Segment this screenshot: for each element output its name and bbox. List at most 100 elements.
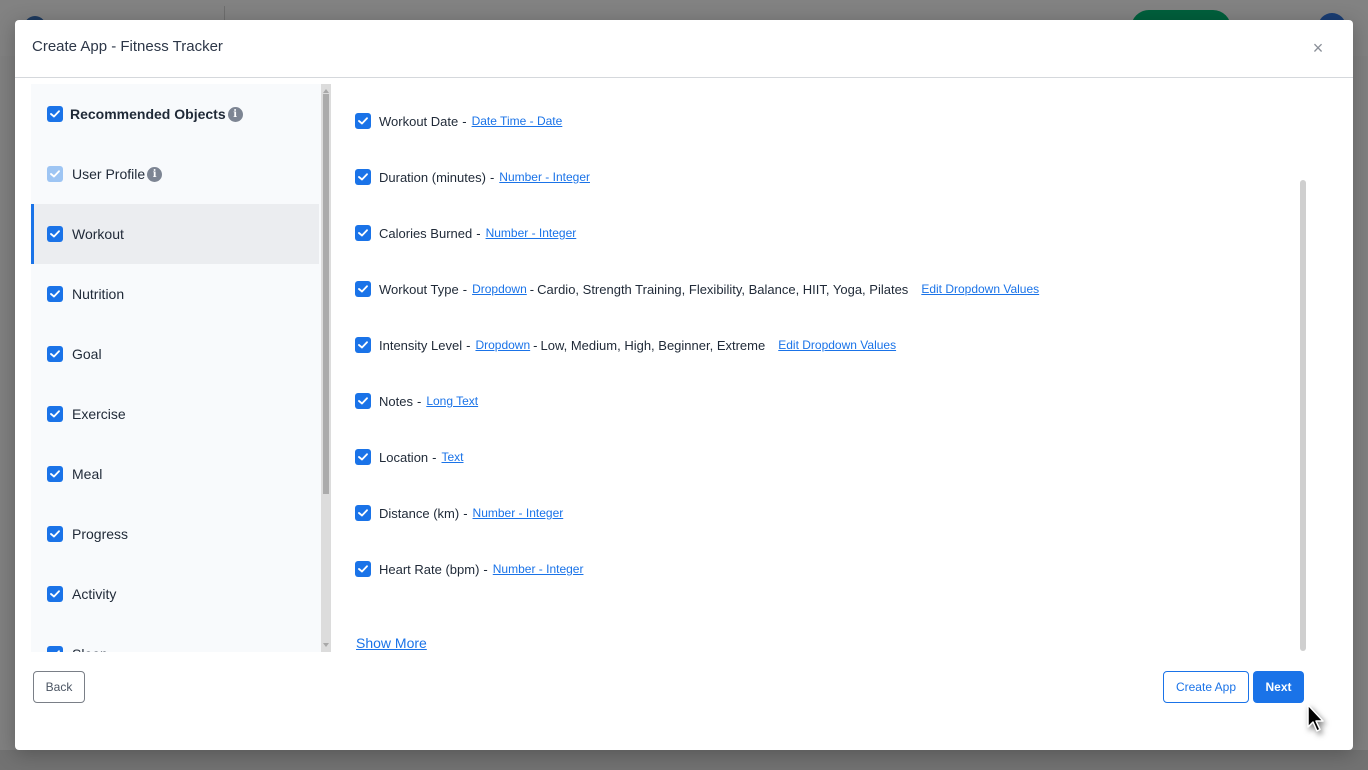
field-checkbox[interactable] (355, 113, 371, 129)
field-list: Show More Workout Date - Date Time - Date D… (355, 84, 1295, 652)
separator: - (463, 505, 468, 521)
sidebar-item-nutrition[interactable]: Nutrition (31, 264, 319, 324)
field-type-link[interactable]: Number - Integer (493, 562, 584, 576)
scrollbar-thumb[interactable] (323, 94, 329, 494)
field-type-link[interactable]: Dropdown (475, 338, 530, 352)
sidebar-item-user-profile[interactable]: User Profile i (31, 144, 319, 204)
checkmark-icon (358, 509, 368, 517)
checkbox[interactable] (47, 586, 63, 602)
field-name: Heart Rate (bpm) (379, 561, 480, 577)
dropdown-values: Low, Medium, High, Beginner, Extreme (540, 337, 766, 353)
separator: - (416, 393, 422, 409)
field-name: Calories Burned (379, 225, 473, 241)
checkbox[interactable] (47, 526, 63, 542)
edit-dropdown-values-link[interactable]: Edit Dropdown Values (778, 338, 896, 352)
field-type-link[interactable]: Date Time - Date (472, 114, 563, 128)
show-more-link[interactable]: Show More (356, 635, 427, 651)
scroll-up-arrow-icon[interactable] (323, 89, 329, 93)
checkmark-icon (358, 285, 368, 293)
sidebar-item-exercise[interactable]: Exercise (31, 384, 319, 444)
field-type-link[interactable]: Number - Integer (486, 226, 577, 240)
checkmark-icon (50, 230, 60, 238)
sidebar-scrollbar[interactable] (321, 84, 331, 652)
field-row: Notes - Long Text (355, 389, 478, 413)
modal-title: Create App - Fitness Tracker (32, 38, 223, 55)
checkbox[interactable] (47, 226, 63, 242)
checkmark-icon (50, 170, 60, 178)
info-icon[interactable]: i (147, 166, 163, 182)
info-icon[interactable]: i (227, 106, 243, 122)
scroll-down-arrow-icon[interactable] (323, 643, 329, 647)
sidebar-item-recommended-objects[interactable]: Recommended Objects i (31, 84, 319, 144)
create-app-button[interactable]: Create App (1163, 671, 1249, 703)
sidebar-item-label: Sleep (72, 646, 108, 652)
field-checkbox[interactable] (355, 561, 371, 577)
sidebar-item-meal[interactable]: Meal (31, 444, 319, 504)
field-type-link[interactable]: Long Text (426, 394, 478, 408)
separator: - (462, 281, 468, 297)
sidebar-item-label: Goal (72, 346, 102, 362)
sidebar-item-goal[interactable]: Goal (31, 324, 319, 384)
field-name: Notes (379, 393, 413, 409)
dropdown-values: Cardio, Strength Training, Flexibility, … (537, 281, 909, 297)
next-button[interactable]: Next (1253, 671, 1304, 703)
field-row: Workout Date - Date Time - Date (355, 109, 562, 133)
sidebar-item-label: Workout (72, 226, 124, 242)
field-row: Duration (minutes) - Number - Integer (355, 165, 590, 189)
field-name: Distance (km) (379, 505, 460, 521)
sidebar-item-activity[interactable]: Activity (31, 564, 319, 624)
field-checkbox[interactable] (355, 337, 371, 353)
checkbox[interactable] (47, 466, 63, 482)
checkmark-icon (358, 229, 368, 237)
checkmark-icon (50, 470, 60, 478)
field-row: Calories Burned - Number - Integer (355, 221, 576, 245)
checkbox[interactable] (47, 646, 63, 652)
separator: - (533, 337, 538, 353)
sidebar-item-label: Activity (72, 586, 117, 602)
sidebar-item-label: Recommended Objects (70, 106, 226, 122)
field-checkbox[interactable] (355, 169, 371, 185)
checkbox[interactable] (47, 346, 63, 362)
field-checkbox[interactable] (355, 281, 371, 297)
field-checkbox[interactable] (355, 449, 371, 465)
field-name: Location (379, 449, 429, 465)
back-button[interactable]: Back (33, 671, 85, 703)
field-list-scrollbar[interactable] (1300, 180, 1306, 651)
separator: - (462, 113, 467, 129)
checkmark-icon (358, 173, 368, 181)
checkmark-icon (358, 453, 368, 461)
sidebar-item-label: User Profile (72, 166, 146, 182)
sidebar-item-progress[interactable]: Progress (31, 504, 319, 564)
field-type-link[interactable]: Number - Integer (499, 170, 590, 184)
field-row: Location - Text (355, 445, 464, 469)
field-checkbox[interactable] (355, 505, 371, 521)
checkmark-icon (358, 397, 368, 405)
checkbox[interactable] (47, 286, 63, 302)
separator: - (489, 169, 495, 185)
checkmark-icon (358, 341, 368, 349)
modal-header: Create App - Fitness Tracker × (15, 20, 1353, 78)
field-type-link[interactable]: Text (442, 450, 464, 464)
field-name: Workout Type (379, 281, 459, 297)
separator: - (529, 281, 535, 297)
checkmark-icon (358, 117, 368, 125)
field-checkbox[interactable] (355, 393, 371, 409)
sidebar-item-label: Progress (72, 526, 129, 542)
separator: - (432, 449, 437, 465)
field-type-link[interactable]: Number - Integer (473, 506, 564, 520)
checkmark-icon (50, 530, 60, 538)
field-type-link[interactable]: Dropdown (472, 282, 527, 296)
checkmark-icon (358, 565, 368, 573)
close-icon[interactable]: × (1309, 39, 1327, 57)
checkmark-icon (50, 410, 60, 418)
checkbox[interactable] (47, 406, 63, 422)
sidebar-item-sleep[interactable]: Sleep (31, 624, 319, 652)
sidebar-item-label: Nutrition (72, 286, 125, 302)
checkmark-icon (50, 110, 60, 118)
field-row: Distance (km) - Number - Integer (355, 501, 563, 525)
field-name: Intensity Level (379, 337, 463, 353)
sidebar-item-workout[interactable]: Workout (31, 204, 319, 264)
checkbox[interactable] (47, 106, 63, 122)
field-checkbox[interactable] (355, 225, 371, 241)
edit-dropdown-values-link[interactable]: Edit Dropdown Values (921, 282, 1039, 296)
